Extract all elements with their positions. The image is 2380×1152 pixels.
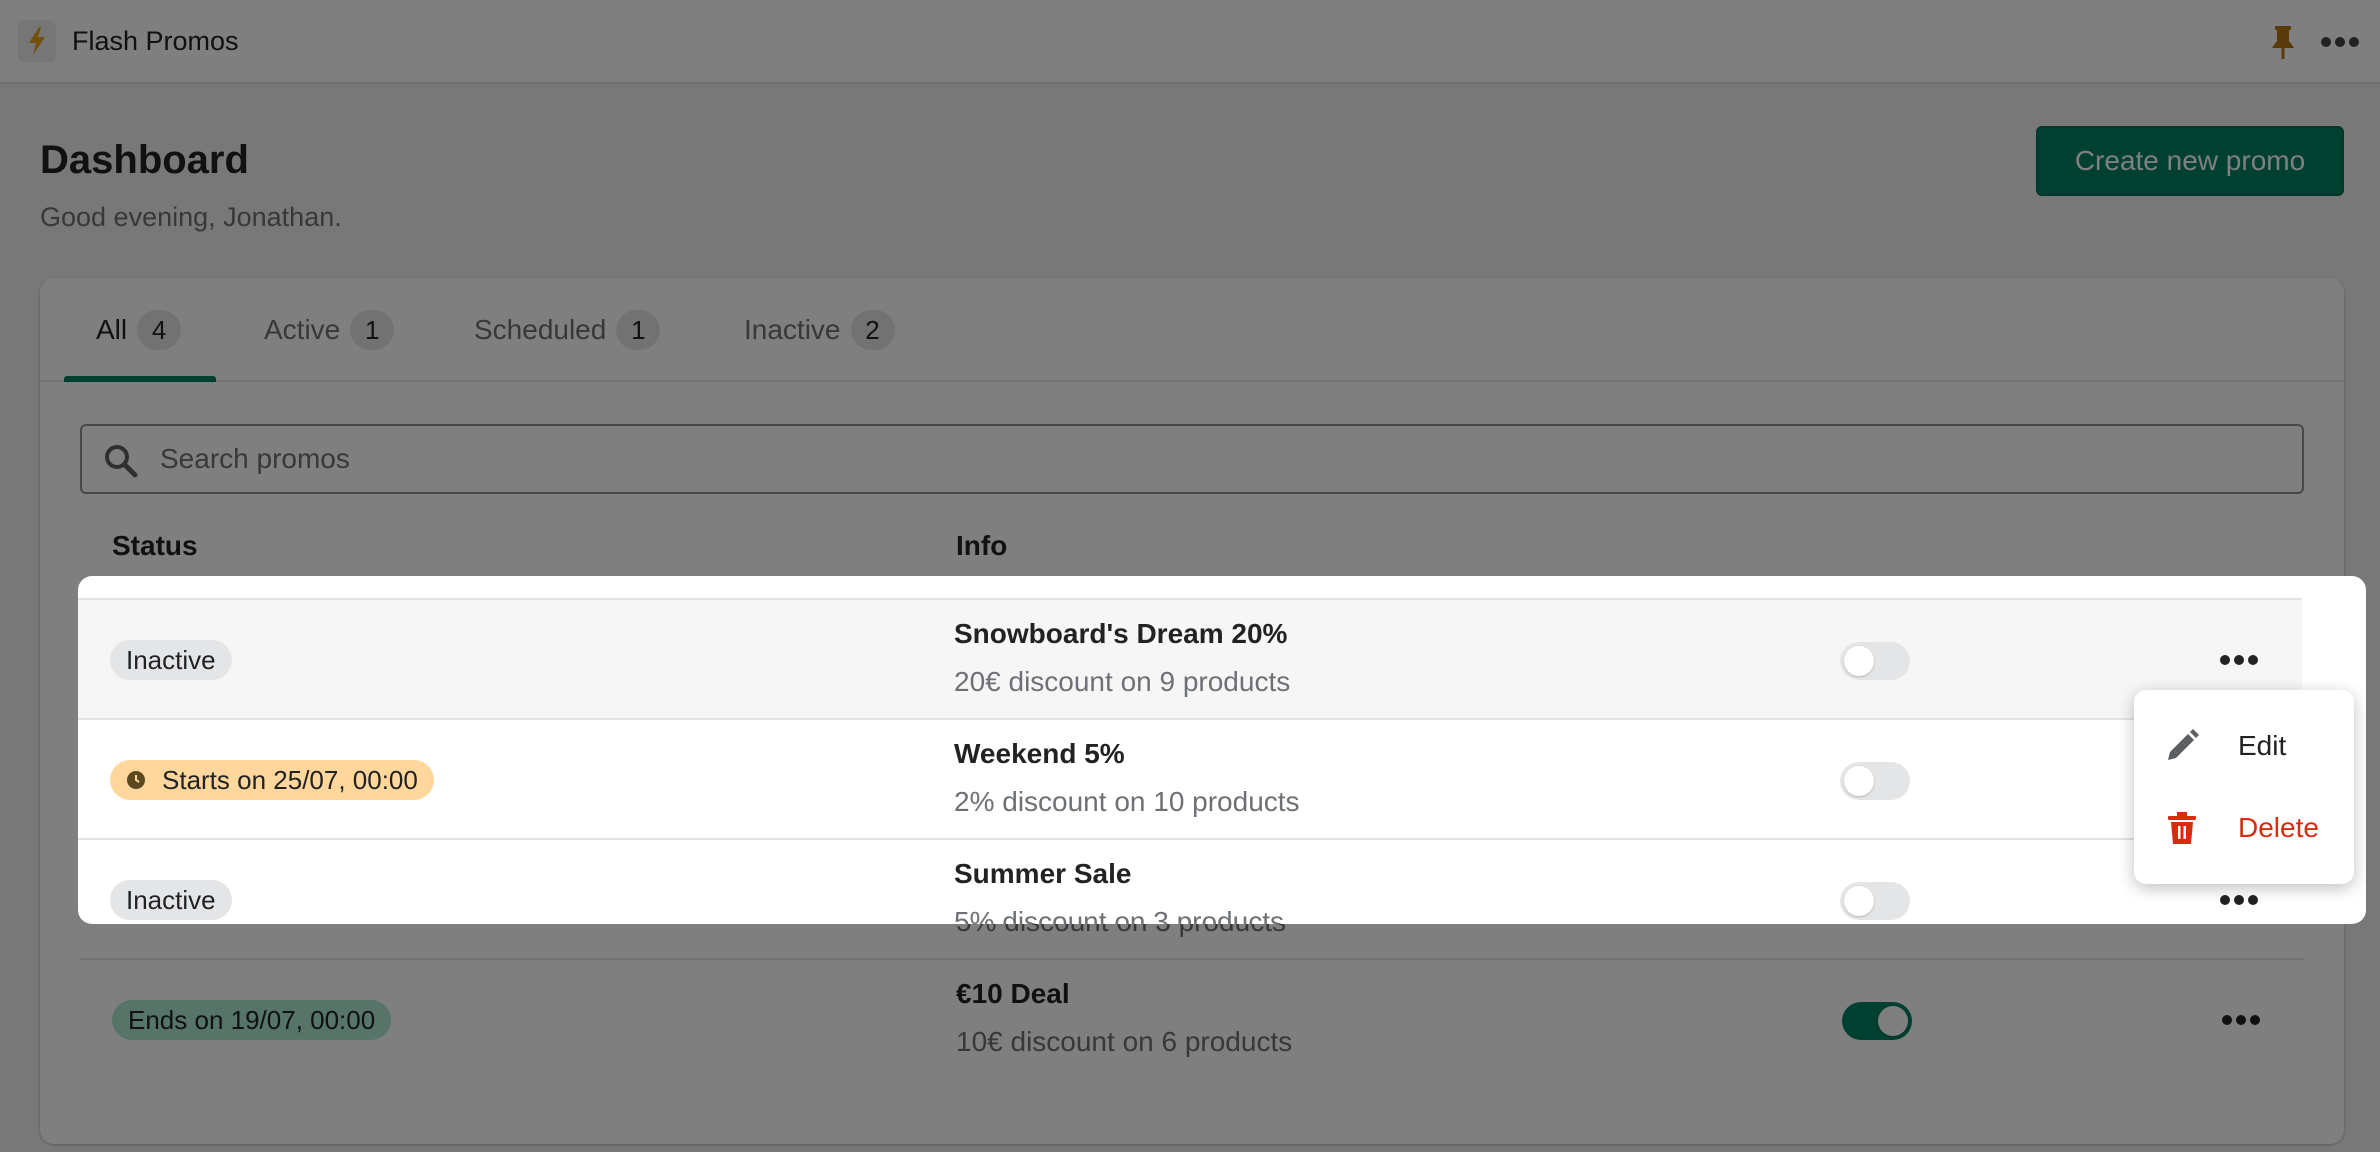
table-row[interactable]: Starts on 25/07, 00:00 Weekend 5% 2% dis… [78, 718, 2302, 838]
tab-active[interactable]: Active 1 [264, 278, 395, 382]
delete-menu-item[interactable]: Delete [2134, 788, 2354, 868]
search-input[interactable] [160, 434, 2280, 484]
tab-all[interactable]: All 4 [96, 278, 182, 382]
edit-menu-item[interactable]: Edit [2134, 706, 2354, 786]
status-text: Starts on 25/07, 00:00 [162, 764, 418, 795]
tab-selected-indicator [64, 376, 216, 382]
tab-inactive[interactable]: Inactive 2 [744, 278, 895, 382]
table-row[interactable]: Ends on 19/07, 00:00 €10 Deal 10€ discou… [80, 958, 2304, 1078]
enable-toggle[interactable] [1840, 762, 1910, 800]
tab-count: 4 [137, 310, 182, 350]
search-box [80, 424, 2304, 494]
enable-toggle[interactable] [1842, 1002, 1912, 1040]
promo-description: 2% discount on 10 products [954, 786, 1300, 817]
tab-label: Scheduled [474, 314, 607, 345]
pencil-icon [2168, 729, 2199, 760]
highlighted-rows: Inactive Snowboard's Dream 20% 20€ disco… [78, 576, 2366, 924]
promo-name: Summer Sale [954, 858, 1132, 889]
info-column-header: Info [956, 530, 1008, 561]
promo-description: 20€ discount on 9 products [954, 666, 1291, 697]
enable-toggle[interactable] [1840, 882, 1910, 920]
lightning-bolt-icon [18, 20, 56, 62]
promo-description: 5% discount on 3 products [954, 906, 1284, 924]
more-horizontal-icon[interactable] [2320, 30, 2360, 54]
promo-name: Snowboard's Dream 20% [954, 618, 1288, 649]
tab-scheduled[interactable]: Scheduled 1 [474, 278, 661, 382]
clock-icon [127, 771, 145, 789]
table-row[interactable]: Inactive Snowboard's Dream 20% 20€ disco… [78, 598, 2302, 718]
tab-bar: All 4 Active 1 Scheduled 1 Inactive 2 [40, 278, 2344, 382]
menu-item-label: Edit [2238, 730, 2287, 761]
more-horizontal-icon[interactable] [2220, 1006, 2262, 1034]
status-badge: Starts on 25/07, 00:00 [110, 760, 434, 800]
top-bar: Flash Promos [0, 0, 2380, 84]
promo-name: €10 Deal [956, 978, 1070, 1009]
more-horizontal-icon[interactable] [2218, 886, 2260, 914]
tab-count: 1 [350, 310, 395, 350]
pin-icon[interactable] [2268, 24, 2298, 60]
status-badge: Inactive [110, 640, 232, 680]
table-row[interactable]: Inactive Summer Sale 5% discount on 3 pr… [78, 838, 2302, 924]
status-badge: Ends on 19/07, 00:00 [112, 1000, 392, 1040]
tab-count: 2 [850, 310, 895, 350]
tab-label: Inactive [744, 314, 841, 345]
menu-item-label: Delete [2238, 812, 2319, 843]
create-promo-button[interactable]: Create new promo [2036, 126, 2344, 196]
status-badge: Inactive [110, 880, 232, 920]
more-horizontal-icon[interactable] [2218, 646, 2260, 674]
promo-description: 10€ discount on 6 products [956, 1026, 1293, 1057]
app-title: Flash Promos [72, 26, 239, 56]
search-icon [105, 445, 138, 478]
tab-label: All [96, 314, 128, 345]
page-title: Dashboard [40, 138, 249, 182]
row-actions-menu: Edit Delete [2134, 690, 2354, 884]
trash-icon [2168, 812, 2196, 844]
enable-toggle[interactable] [1840, 642, 1910, 680]
greeting: Good evening, Jonathan. [40, 202, 342, 232]
tab-label: Active [264, 314, 341, 345]
promo-name: Weekend 5% [954, 738, 1125, 769]
tab-count: 1 [616, 310, 661, 350]
status-column-header: Status [112, 530, 198, 561]
